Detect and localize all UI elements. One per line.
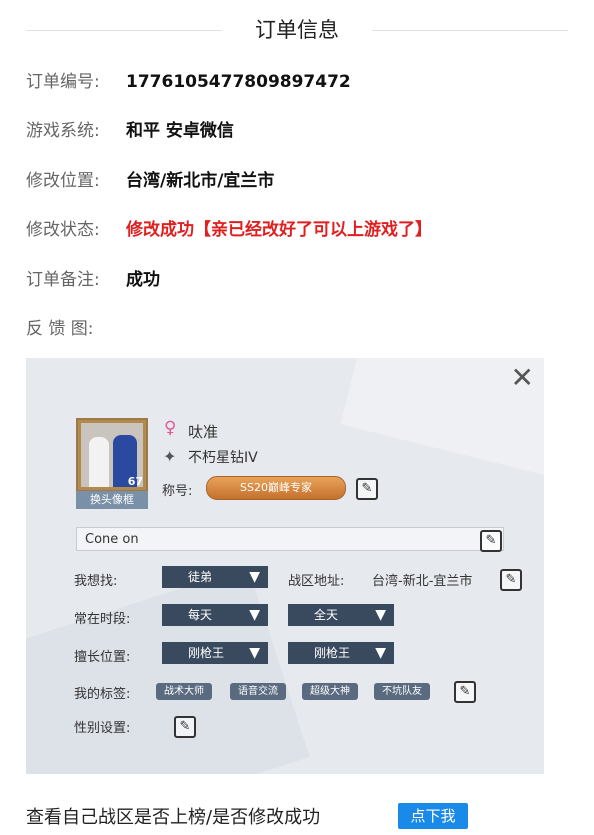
location-value: 台湾/新北市/宜兰市	[126, 171, 275, 191]
click-me-button[interactable]: 点下我	[398, 803, 468, 829]
tags-label: 我的标签:	[74, 687, 131, 702]
position-dropdown-1[interactable]: 刚枪王 ▼	[162, 642, 268, 664]
rank-text: 不朽星钻IV	[188, 450, 258, 466]
tag-chip[interactable]: 战术大师	[156, 683, 212, 700]
avatar[interactable]: 67	[76, 418, 148, 492]
remark-value: 成功	[126, 270, 160, 290]
location-label: 修改位置:	[26, 171, 100, 191]
order-number-value: 1776105477809897472	[126, 72, 351, 92]
avatar-level: 67	[127, 475, 143, 488]
chevron-down-icon: ▼	[375, 645, 386, 661]
person-figure	[89, 437, 109, 487]
title-badge[interactable]: SS20巅峰专家	[206, 476, 346, 500]
looking-for-value: 徒弟	[188, 570, 213, 584]
page-title: 订单信息	[255, 18, 339, 42]
remark-row: 订单备注: 成功	[26, 268, 160, 292]
order-header: 订单信息	[0, 0, 594, 60]
status-value: 修改成功【亲已经改好了可以上游戏了】	[126, 220, 432, 240]
tag-chip[interactable]: 超级大神	[302, 683, 358, 700]
remark-label: 订单备注:	[26, 270, 100, 290]
game-system-label: 游戏系统:	[26, 121, 100, 141]
order-number-row: 订单编号: 1776105477809897472	[26, 70, 351, 94]
edit-icon[interactable]: ✎	[454, 681, 476, 703]
active-day-value: 每天	[188, 608, 213, 622]
position-value-2: 刚枪王	[314, 646, 351, 660]
active-day-dropdown[interactable]: 每天 ▼	[162, 604, 268, 626]
edit-icon[interactable]: ✎	[480, 530, 502, 552]
bg-shape	[26, 566, 310, 774]
female-icon: ♀	[164, 418, 177, 438]
chevron-down-icon: ▼	[249, 607, 260, 623]
divider-right	[372, 30, 568, 31]
looking-for-dropdown[interactable]: 徒弟 ▼	[162, 566, 268, 588]
feedback-row: 反 馈 图:	[26, 317, 126, 341]
position-value-1: 刚枪王	[188, 646, 225, 660]
location-row: 修改位置: 台湾/新北市/宜兰市	[26, 169, 274, 193]
signature-field[interactable]: Cone on	[76, 527, 504, 551]
status-row: 修改状态: 修改成功【亲已经改好了可以上游戏了】	[26, 218, 432, 242]
title-label: 称号:	[162, 484, 193, 499]
position-label: 擅长位置:	[74, 650, 131, 665]
rank-emblem-icon: ✦	[163, 447, 177, 466]
position-dropdown-2[interactable]: 刚枪王 ▼	[288, 642, 394, 664]
edit-icon[interactable]: ✎	[356, 478, 378, 500]
zone-value: 台湾-新北-宜兰市	[372, 574, 473, 589]
chevron-down-icon: ▼	[249, 569, 260, 585]
check-ranking-text: 查看自己战区是否上榜/是否修改成功	[26, 807, 321, 828]
chevron-down-icon: ▼	[375, 607, 386, 623]
active-time-dropdown[interactable]: 全天 ▼	[288, 604, 394, 626]
looking-for-label: 我想找:	[74, 574, 118, 589]
player-name: 呔准	[188, 423, 219, 441]
edit-icon[interactable]: ✎	[500, 569, 522, 591]
tag-chip[interactable]: 语音交流	[230, 683, 286, 700]
edit-icon[interactable]: ✎	[174, 716, 196, 738]
game-system-value: 和平 安卓微信	[126, 121, 234, 141]
active-time-label: 常在时段:	[74, 612, 131, 627]
gender-setting-label: 性别设置:	[74, 721, 131, 736]
feedback-label: 反 馈 图:	[26, 319, 94, 339]
zone-label: 战区地址:	[288, 574, 345, 589]
chevron-down-icon: ▼	[249, 645, 260, 661]
swap-frame-button[interactable]: 换头像框	[76, 491, 148, 509]
active-time-value: 全天	[314, 608, 339, 622]
tag-chip[interactable]: 不坑队友	[374, 683, 430, 700]
feedback-screenshot: ✕ 67 换头像框 ♀ 呔准 ✦ 不朽星钻IV 称号: SS20巅峰专家 ✎ C…	[26, 358, 544, 774]
order-number-label: 订单编号:	[26, 72, 100, 92]
game-system-row: 游戏系统: 和平 安卓微信	[26, 119, 234, 143]
status-label: 修改状态:	[26, 220, 100, 240]
close-icon[interactable]: ✕	[511, 364, 534, 392]
